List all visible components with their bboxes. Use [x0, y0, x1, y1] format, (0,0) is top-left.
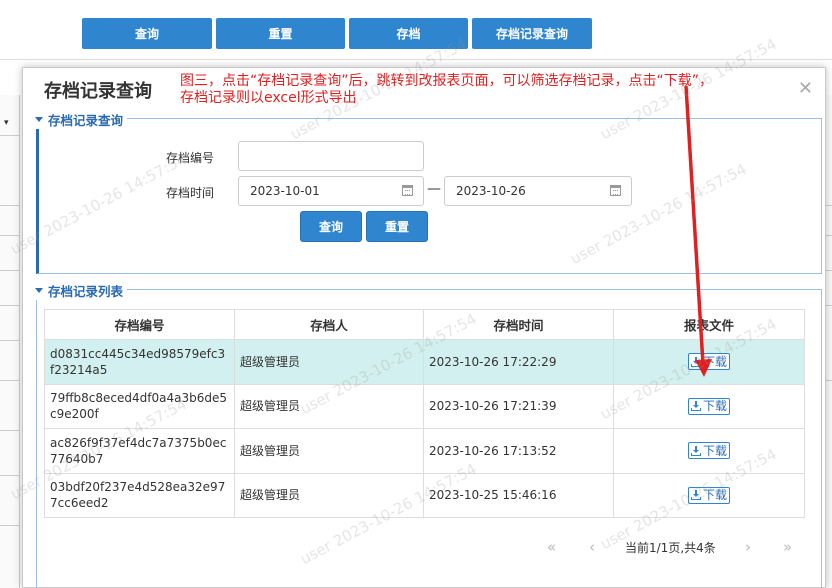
list-panel-legend[interactable]: 存档记录列表 [31, 281, 128, 300]
archive-no-input[interactable] [238, 141, 424, 171]
archive-records-modal: 存档记录查询 ✕ 图三，点击“存档记录查询”后，跳转到改报表页面，可以筛选存档记… [22, 67, 826, 588]
collapse-caret-icon [35, 288, 43, 293]
download-icon [690, 445, 701, 456]
end-date-value: 2023-10-26 [456, 184, 526, 198]
list-panel-legend-label: 存档记录列表 [48, 284, 124, 299]
cell-archiver: 超级管理员 [234, 428, 424, 474]
table-row[interactable]: 03bdf20f237e4d528ea32e977cc6eed2 超级管理员 2… [44, 472, 805, 518]
column-header-archive-no[interactable]: 存档编号 [44, 309, 235, 340]
column-header-archiver[interactable]: 存档人 [234, 309, 424, 340]
download-icon [690, 401, 701, 411]
start-date-value: 2023-10-01 [250, 184, 320, 198]
table-row[interactable]: d0831cc445c34ed98579efc3f23214a5 超级管理员 2… [44, 339, 805, 385]
cell-report-file: 下载 [613, 472, 805, 518]
cell-archive-no: d0831cc445c34ed98579efc3f23214a5 [44, 339, 235, 385]
pager-info: 当前1/1页,共4条 [625, 541, 716, 555]
download-icon [690, 356, 701, 367]
cell-archive-time: 2023-10-26 17:13:52 [423, 428, 614, 474]
cell-archive-time: 2023-10-26 17:21:39 [423, 383, 614, 429]
bg-dropdown-caret-icon: ▾ [4, 118, 9, 128]
query-button[interactable]: 查询 [300, 211, 362, 242]
download-label: 下载 [702, 399, 727, 413]
download-label: 下载 [702, 488, 727, 502]
cell-report-file: 下载 [613, 428, 805, 474]
column-header-archive-time[interactable]: 存档时间 [423, 309, 614, 340]
bg-archive-records-button[interactable]: 存档记录查询 [472, 18, 592, 49]
download-button[interactable]: 下载 [687, 442, 730, 459]
cell-archiver: 超级管理员 [234, 383, 424, 429]
date-range-separator: — [427, 181, 441, 197]
table-row[interactable]: 79ffb8c8eced4df0a4a3b6de5c9e200f 超级管理员 2… [44, 383, 805, 429]
cell-report-file: 下载 [613, 339, 805, 385]
download-label: 下载 [702, 354, 727, 369]
download-label: 下载 [702, 443, 727, 458]
download-button[interactable]: 下载 [687, 353, 730, 370]
pager-first-button[interactable]: « [547, 538, 556, 556]
cell-archive-no: ac826f9f37ef4dc7a7375b0ec77640b7 [44, 428, 235, 474]
download-button[interactable]: 下载 [687, 486, 730, 504]
bg-reset-button[interactable]: 重置 [216, 18, 345, 49]
records-table: 存档编号 存档人 存档时间 报表文件 d0831cc445c34ed98579e… [44, 309, 805, 518]
collapse-caret-icon [35, 117, 43, 122]
cell-report-file: 下载 [613, 383, 805, 429]
table-row[interactable]: ac826f9f37ef4dc7a7375b0ec77640b7 超级管理员 2… [44, 428, 805, 474]
cell-archive-no: 03bdf20f237e4d528ea32e977cc6eed2 [44, 472, 235, 518]
annotation-line-2: 存档记录则以excel形式导出 [180, 90, 357, 106]
end-date-input[interactable]: 2023-10-26 [444, 176, 632, 206]
pager-prev-button[interactable]: ‹ [589, 538, 595, 556]
archive-no-label: 存档编号 [166, 151, 215, 165]
pager-last-button[interactable]: » [783, 538, 792, 556]
close-icon[interactable]: ✕ [798, 78, 813, 99]
column-header-report-file[interactable]: 报表文件 [613, 309, 805, 340]
table-header-row: 存档编号 存档人 存档时间 报表文件 [44, 309, 805, 340]
search-panel-legend-label: 存档记录查询 [48, 113, 124, 128]
reset-button[interactable]: 重置 [366, 211, 428, 242]
pager-next-button[interactable]: › [745, 538, 751, 556]
cell-archive-no: 79ffb8c8eced4df0a4a3b6de5c9e200f [44, 383, 235, 429]
calendar-icon[interactable] [610, 185, 621, 196]
bg-archive-button[interactable]: 存档 [349, 18, 468, 49]
download-button[interactable]: 下载 [687, 397, 730, 415]
bg-left-table-edge [0, 95, 20, 588]
search-panel-legend[interactable]: 存档记录查询 [31, 110, 128, 129]
archive-time-label: 存档时间 [166, 186, 215, 200]
annotation-note: 图三，点击“存档记录查询”后，跳转到改报表页面，可以筛选存档记录，点击“下载”，… [180, 73, 800, 107]
background-toolbar: 查询 重置 存档 存档记录查询 [0, 0, 832, 60]
download-icon [690, 490, 701, 500]
bg-query-button[interactable]: 查询 [82, 18, 212, 49]
calendar-icon[interactable] [402, 185, 413, 196]
cell-archiver: 超级管理员 [234, 339, 424, 385]
modal-title: 存档记录查询 [44, 81, 152, 102]
cell-archive-time: 2023-10-26 17:22:29 [423, 339, 614, 385]
cell-archive-time: 2023-10-25 15:46:16 [423, 472, 614, 518]
annotation-line-1: 图三，点击“存档记录查询”后，跳转到改报表页面，可以筛选存档记录，点击“下载”， [180, 73, 714, 89]
start-date-input[interactable]: 2023-10-01 [238, 176, 424, 206]
cell-archiver: 超级管理员 [234, 472, 424, 518]
